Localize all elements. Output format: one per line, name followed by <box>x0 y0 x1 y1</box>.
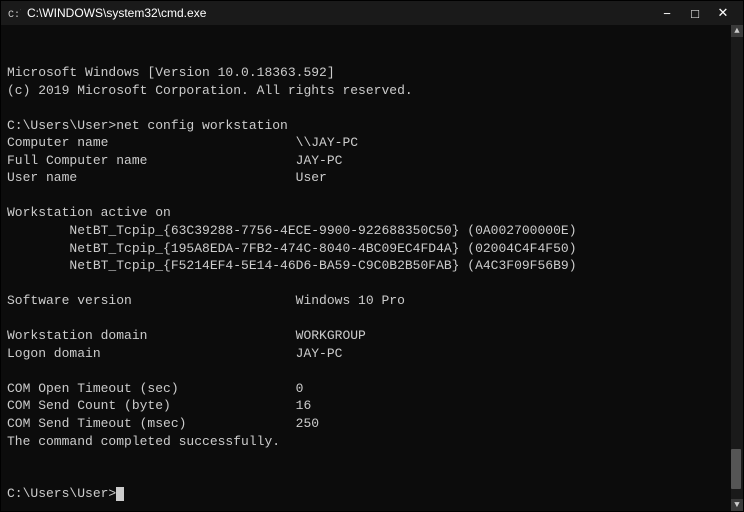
window-title: C:\WINDOWS\system32\cmd.exe <box>27 6 653 20</box>
terminal-line: NetBT_Tcpip_{63C39288-7756-4ECE-9900-922… <box>7 222 723 240</box>
terminal-cursor <box>116 487 124 501</box>
terminal-line: Microsoft Windows [Version 10.0.18363.59… <box>7 64 723 82</box>
terminal-line: C:\Users\User> <box>7 485 723 503</box>
cmd-icon: C:\ <box>7 6 21 20</box>
terminal-body[interactable]: Microsoft Windows [Version 10.0.18363.59… <box>1 25 743 511</box>
terminal-line: NetBT_Tcpip_{F5214EF4-5E14-46D6-BA59-C9C… <box>7 257 723 275</box>
terminal-line: Workstation domain WORKGROUP <box>7 327 723 345</box>
terminal-line: COM Open Timeout (sec) 0 <box>7 380 723 398</box>
terminal-line: COM Send Count (byte) 16 <box>7 397 723 415</box>
terminal-line: COM Send Timeout (msec) 250 <box>7 415 723 433</box>
terminal-line: Computer name \\JAY-PC <box>7 134 723 152</box>
terminal-line: C:\Users\User>net config workstation <box>7 117 723 135</box>
terminal-line: Software version Windows 10 Pro <box>7 292 723 310</box>
terminal-line <box>7 187 723 205</box>
terminal-line <box>7 468 723 486</box>
scroll-down-arrow[interactable]: ▼ <box>731 499 743 511</box>
terminal-line <box>7 450 723 468</box>
terminal-line <box>7 275 723 293</box>
minimize-button[interactable]: − <box>653 1 681 25</box>
terminal-line: Workstation active on <box>7 204 723 222</box>
terminal-line: Full Computer name JAY-PC <box>7 152 723 170</box>
terminal-content: Microsoft Windows [Version 10.0.18363.59… <box>7 64 737 503</box>
terminal-line <box>7 99 723 117</box>
titlebar: C:\ C:\WINDOWS\system32\cmd.exe − □ ✕ <box>1 1 743 25</box>
scrollbar-thumb[interactable] <box>731 449 741 489</box>
window-controls: − □ ✕ <box>653 1 737 25</box>
scrollbar[interactable]: ▲ ▼ <box>731 25 743 511</box>
maximize-button[interactable]: □ <box>681 1 709 25</box>
close-button[interactable]: ✕ <box>709 1 737 25</box>
terminal-line: The command completed successfully. <box>7 433 723 451</box>
cmd-window: C:\ C:\WINDOWS\system32\cmd.exe − □ ✕ Mi… <box>0 0 744 512</box>
terminal-line: Logon domain JAY-PC <box>7 345 723 363</box>
terminal-line <box>7 310 723 328</box>
scroll-up-arrow[interactable]: ▲ <box>731 25 743 37</box>
terminal-line <box>7 362 723 380</box>
terminal-line: NetBT_Tcpip_{195A8EDA-7FB2-474C-8040-4BC… <box>7 240 723 258</box>
terminal-line: User name User <box>7 169 723 187</box>
terminal-line: (c) 2019 Microsoft Corporation. All righ… <box>7 82 723 100</box>
svg-text:C:\: C:\ <box>8 9 21 20</box>
